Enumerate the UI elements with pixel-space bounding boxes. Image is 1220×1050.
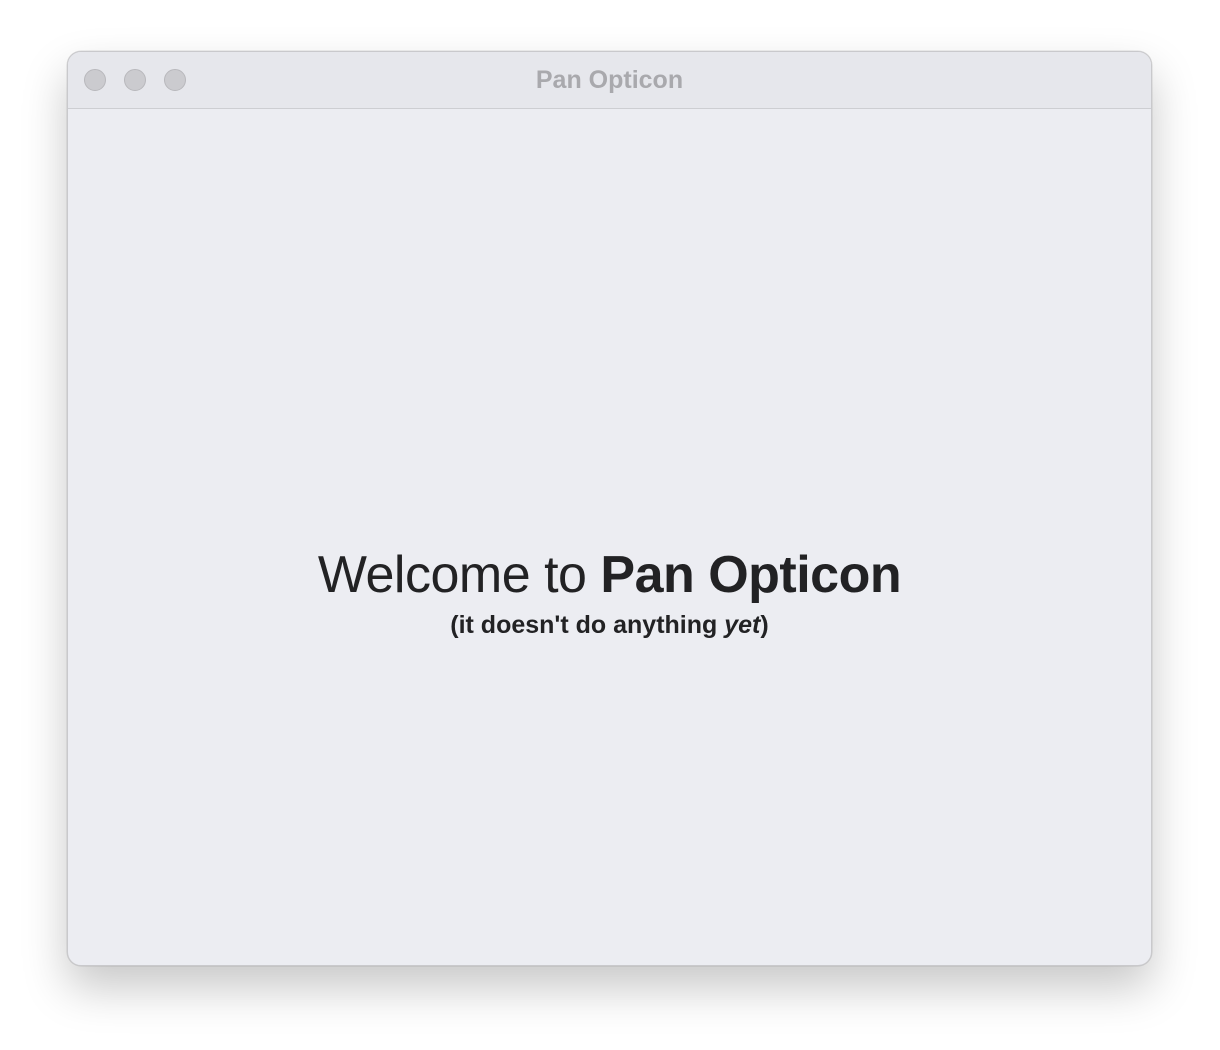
window-title: Pan Opticon bbox=[535, 66, 684, 94]
welcome-heading: Welcome to Pan Opticon bbox=[68, 545, 1151, 605]
main-content: Welcome to Pan Opticon (it doesn't do an… bbox=[68, 109, 1151, 965]
subtitle-close: ) bbox=[760, 611, 769, 639]
welcome-subtitle: (it doesn't do anything yet) bbox=[68, 611, 1151, 640]
title-bar[interactable]: Pan Opticon bbox=[68, 52, 1151, 109]
app-name: Pan Opticon bbox=[600, 546, 902, 604]
app-window: Pan Opticon Welcome to Pan Opticon (it d… bbox=[67, 51, 1152, 966]
subtitle-text: (it doesn't do anything bbox=[450, 611, 725, 639]
subtitle-emphasis: yet bbox=[724, 611, 761, 639]
welcome-prefix: Welcome to bbox=[317, 546, 601, 604]
